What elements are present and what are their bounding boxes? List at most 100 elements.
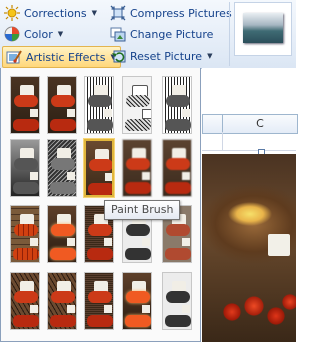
- effect-thumbnail[interactable]: [162, 76, 192, 134]
- thumbnail-preview-part: [165, 119, 191, 131]
- change-picture-button[interactable]: Change Picture: [110, 24, 213, 44]
- ribbon: Corrections ▼ Color ▼ Artistic Effects ▼: [0, 0, 296, 69]
- thumbnail-preview-part: [88, 183, 112, 195]
- chevron-down-icon: ▼: [57, 30, 64, 38]
- thumbnail-preview-part: [142, 172, 150, 180]
- picture-cup: [268, 234, 290, 256]
- thumbnail-preview-part: [182, 305, 190, 313]
- artistic-effects-label: Artistic Effects: [26, 50, 106, 64]
- thumbnail-preview-part: [88, 291, 112, 303]
- thumbnail-preview-part: [89, 159, 112, 171]
- thumbnail-preview-part: [14, 224, 38, 236]
- thumbnail-preview-part: [165, 182, 191, 194]
- thumbnail-preview-part: [87, 315, 113, 327]
- thumbnail-preview-part: [14, 95, 38, 107]
- chevron-down-icon: ▼: [91, 9, 98, 17]
- reset-picture-button[interactable]: Reset Picture ▼: [110, 46, 212, 66]
- effect-thumbnail[interactable]: [84, 139, 114, 197]
- thumbnail-preview-part: [51, 291, 75, 303]
- thumbnail-preview-part: [50, 248, 76, 260]
- thumbnail-preview-part: [125, 248, 151, 260]
- thumbnail-preview-part: [166, 224, 190, 236]
- thumbnail-preview-part: [67, 109, 75, 117]
- thumbnail-preview-part: [125, 119, 151, 131]
- column-header-c[interactable]: C: [222, 114, 298, 134]
- artistic-brush-icon: [6, 49, 22, 65]
- sun-icon: [4, 5, 20, 21]
- thumbnail-preview-part: [51, 95, 75, 107]
- thumbnail-preview-part: [182, 172, 190, 180]
- thumbnail-preview-part: [88, 224, 112, 236]
- thumbnail-preview-part: [51, 224, 75, 236]
- effect-thumbnail[interactable]: [84, 76, 114, 134]
- thumbnail-preview-part: [142, 305, 150, 313]
- thumbnail-preview-part: [50, 182, 76, 194]
- thumbnail-preview-part: [182, 238, 190, 246]
- landscape-picture-icon: [243, 13, 283, 43]
- thumbnail-preview-part: [51, 158, 75, 170]
- thumbnail-preview-part: [142, 238, 150, 246]
- thumbnail-preview-part: [182, 109, 190, 117]
- effect-thumbnail[interactable]: [10, 76, 40, 134]
- picture-strawberries: [220, 292, 296, 332]
- picture-style-thumbnail[interactable]: [234, 2, 292, 56]
- compress-icon: [110, 5, 126, 21]
- thumbnail-preview-part: [104, 238, 112, 246]
- effect-thumbnail[interactable]: [47, 272, 77, 330]
- effect-thumbnail[interactable]: [122, 76, 152, 134]
- thumbnail-preview-part: [104, 305, 112, 313]
- thumbnail-preview-part: [87, 248, 113, 260]
- thumbnail-preview-part: [67, 172, 75, 180]
- thumbnail-preview-part: [142, 109, 151, 119]
- reset-picture-icon: [110, 48, 126, 64]
- thumbnail-preview-part: [50, 119, 76, 131]
- change-picture-label: Change Picture: [130, 27, 214, 41]
- picture-still-life[interactable]: [202, 154, 296, 342]
- thumbnail-preview-part: [125, 315, 151, 327]
- effect-thumbnail[interactable]: [122, 272, 152, 330]
- thumbnail-preview-part: [166, 158, 190, 170]
- chevron-down-icon: ▼: [207, 52, 213, 60]
- worksheet-area: C: [202, 68, 298, 342]
- color-button[interactable]: Color ▼: [4, 24, 63, 44]
- effect-thumbnail[interactable]: [47, 205, 77, 263]
- thumbnail-preview-part: [126, 95, 150, 107]
- thumbnail-preview-part: [105, 173, 112, 181]
- compress-pictures-label: Compress Pictures: [130, 6, 232, 20]
- artistic-effects-button[interactable]: Artistic Effects ▼: [2, 46, 121, 68]
- effect-thumbnail[interactable]: [47, 139, 77, 197]
- change-picture-icon: [110, 26, 126, 42]
- corrections-button[interactable]: Corrections ▼: [4, 3, 97, 23]
- column-header-b[interactable]: [202, 114, 224, 134]
- thumbnail-preview-part: [13, 315, 39, 327]
- effect-thumbnail[interactable]: [122, 139, 152, 197]
- thumbnail-preview-part: [165, 315, 191, 327]
- thumbnail-preview-part: [14, 158, 38, 170]
- thumbnail-preview-part: [50, 315, 76, 327]
- color-palette-icon: [4, 26, 20, 42]
- thumbnail-preview-part: [87, 119, 113, 131]
- effect-thumbnail[interactable]: [162, 272, 192, 330]
- thumbnail-preview-part: [126, 291, 150, 303]
- thumbnail-preview-part: [30, 109, 38, 117]
- color-label: Color: [24, 27, 53, 41]
- effect-thumbnail[interactable]: [84, 272, 114, 330]
- thumbnail-preview-part: [30, 238, 38, 246]
- effect-thumbnail[interactable]: [10, 139, 40, 197]
- effect-tooltip: Paint Brush: [104, 200, 181, 220]
- thumbnail-preview-part: [30, 172, 38, 180]
- thumbnail-preview-part: [67, 238, 75, 246]
- effect-thumbnail[interactable]: [10, 272, 40, 330]
- thumbnail-preview-part: [166, 291, 190, 303]
- grid-line: [222, 132, 223, 150]
- effect-thumbnail[interactable]: [162, 139, 192, 197]
- effect-thumbnail[interactable]: [10, 205, 40, 263]
- thumbnail-preview-part: [126, 224, 150, 236]
- reset-picture-label: Reset Picture: [130, 49, 203, 63]
- thumbnail-preview-part: [104, 109, 112, 117]
- thumbnail-preview-part: [13, 182, 39, 194]
- thumbnail-preview-part: [67, 305, 75, 313]
- compress-pictures-button[interactable]: Compress Pictures: [110, 3, 232, 23]
- thumbnail-preview-part: [13, 119, 39, 131]
- effect-thumbnail[interactable]: [47, 76, 77, 134]
